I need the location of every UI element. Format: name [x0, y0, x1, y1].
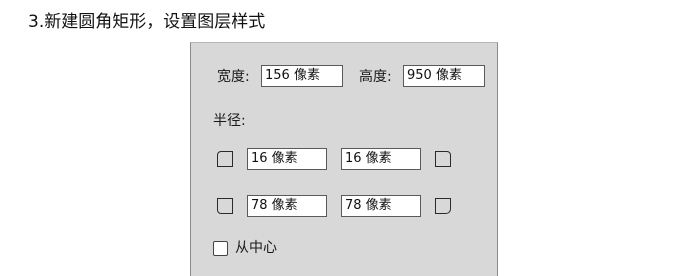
width-field[interactable]: 156 像素: [261, 65, 343, 87]
radius-label: 半径:: [213, 113, 246, 129]
corner-bottom-left-icon: [217, 198, 233, 214]
page: 3.新建圆角矩形，设置图层样式 宽度: 156 像素 高度: 950 像素 半径…: [0, 0, 690, 276]
corner-top-right-icon: [435, 151, 451, 167]
rounded-rect-properties-panel: 宽度: 156 像素 高度: 950 像素 半径: 16 像素 16 像素 78…: [190, 42, 498, 276]
corner-bottom-right-icon: [435, 198, 451, 214]
corner-top-left-icon: [217, 151, 233, 167]
radius-bottom-right-field[interactable]: 78 像素: [341, 195, 421, 217]
height-field[interactable]: 950 像素: [403, 65, 485, 87]
from-center-label: 从中心: [235, 240, 277, 256]
height-label: 高度:: [359, 69, 392, 85]
radius-bottom-left-field[interactable]: 78 像素: [247, 195, 327, 217]
from-center-checkbox[interactable]: [213, 241, 228, 256]
radius-top-left-field[interactable]: 16 像素: [247, 148, 327, 170]
width-label: 宽度:: [217, 69, 250, 85]
step-heading: 3.新建圆角矩形，设置图层样式: [28, 12, 266, 32]
radius-top-right-field[interactable]: 16 像素: [341, 148, 421, 170]
